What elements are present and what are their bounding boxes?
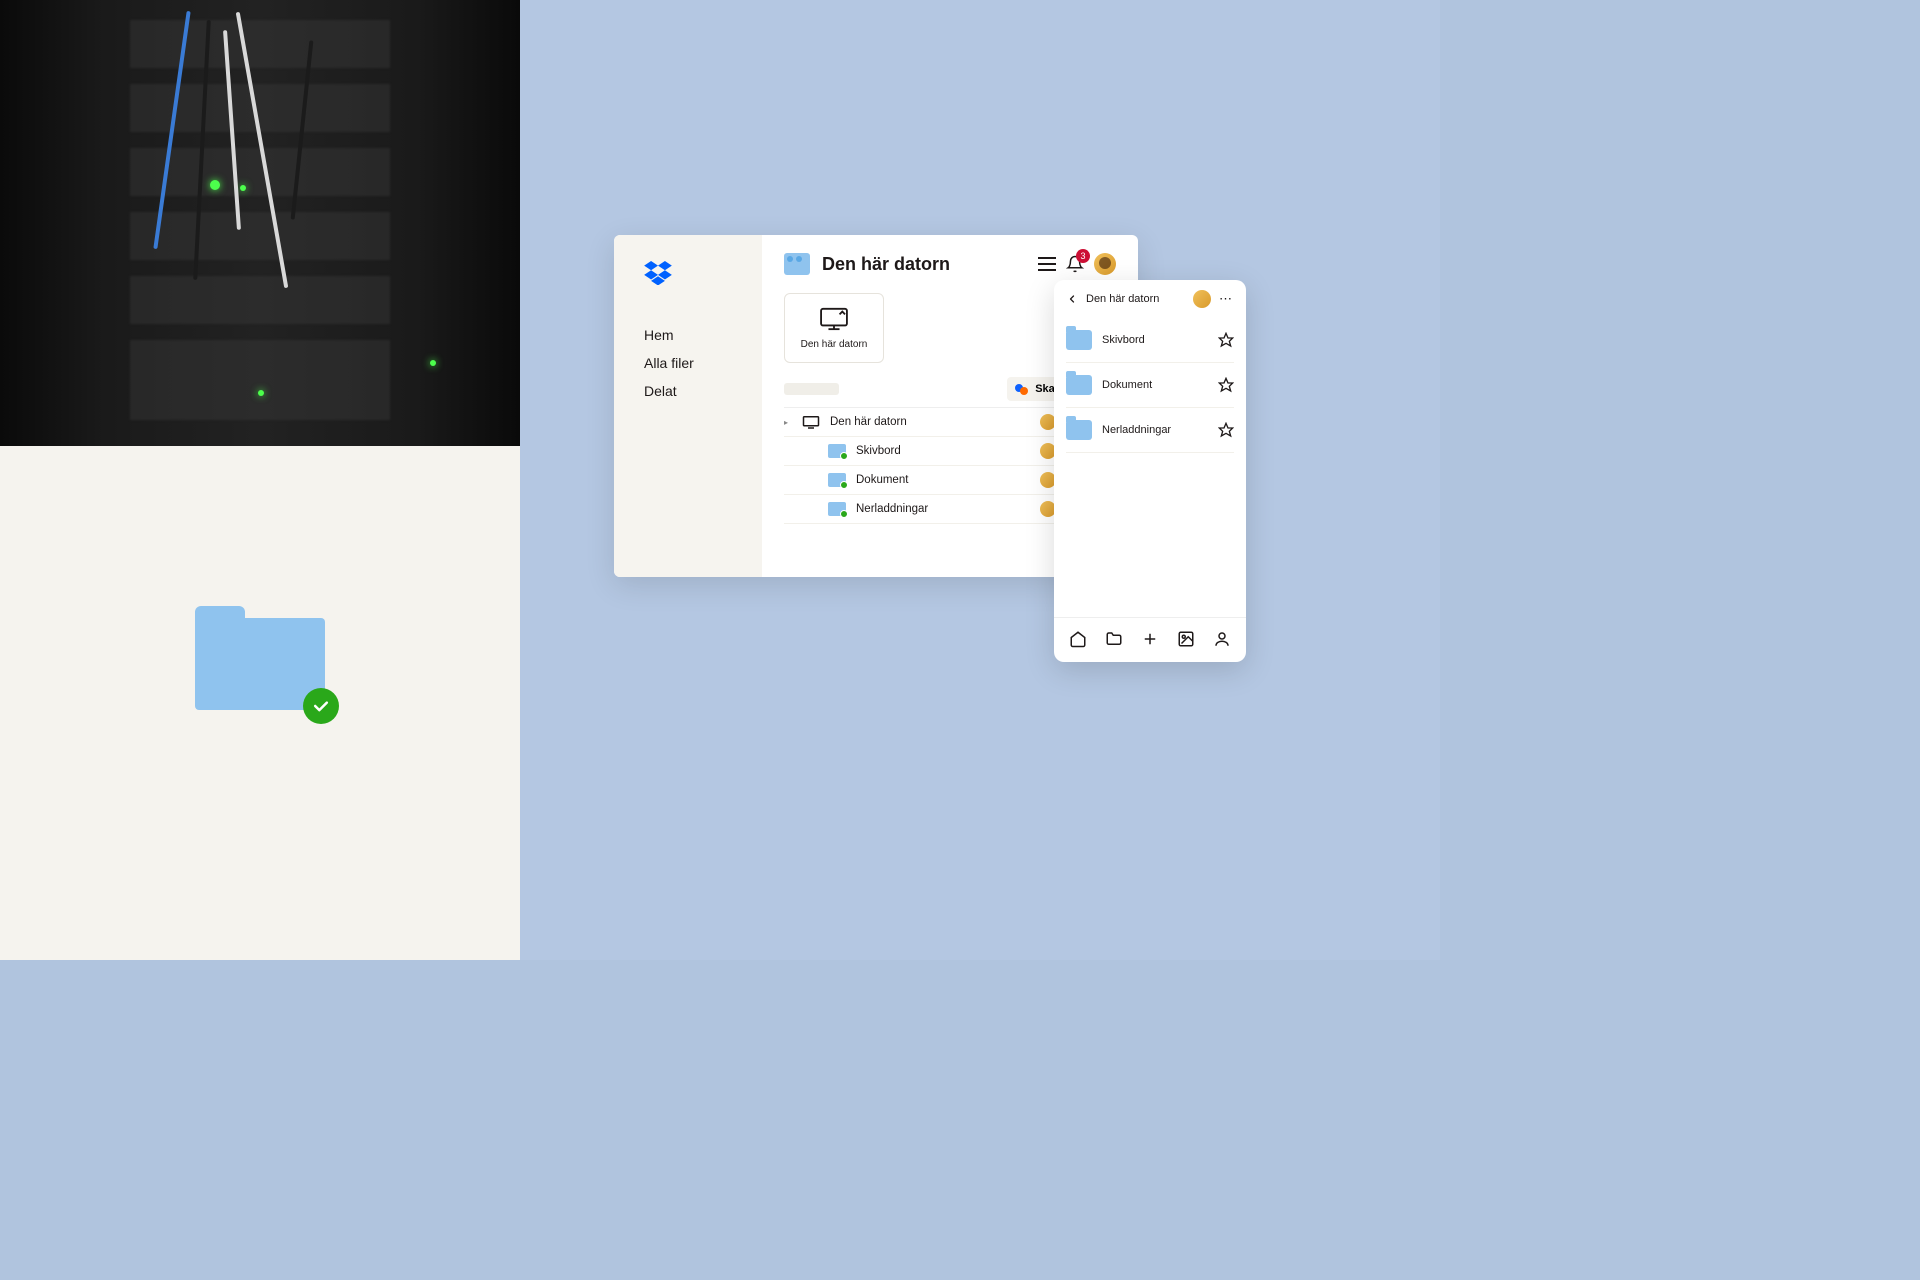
desktop-sidebar: Hem Alla filer Delat: [614, 235, 762, 577]
user-avatar[interactable]: [1094, 253, 1116, 275]
folder-icon: [828, 444, 846, 458]
file-name: Den här datorn: [830, 416, 1030, 428]
back-button[interactable]: [1066, 293, 1078, 305]
mobile-folder-item[interactable]: Nerladdningar: [1066, 408, 1234, 453]
sidebar-item-all-files[interactable]: Alla filer: [644, 355, 762, 371]
computer-card-label: Den här datorn: [801, 339, 868, 350]
computer-icon: [802, 415, 820, 429]
notification-badge: 3: [1076, 249, 1090, 263]
mobile-folder-item[interactable]: Skivbord: [1066, 318, 1234, 363]
folder-name: Skivbord: [1102, 334, 1208, 346]
tab-files[interactable]: [1103, 628, 1125, 650]
sidebar-item-home[interactable]: Hem: [644, 327, 762, 343]
mobile-folder-item[interactable]: Dokument: [1066, 363, 1234, 408]
computer-folder-icon: [784, 253, 810, 275]
folder-icon: [1066, 420, 1092, 440]
sync-check-icon: [303, 688, 339, 724]
star-button[interactable]: [1218, 377, 1234, 393]
computer-card[interactable]: Den här datorn: [784, 293, 884, 363]
tab-photos[interactable]: [1175, 628, 1197, 650]
folder-icon: [828, 502, 846, 516]
page-title: Den här datorn: [822, 254, 1026, 275]
sidebar-item-shared[interactable]: Delat: [644, 383, 762, 399]
menu-icon[interactable]: [1038, 257, 1056, 271]
toolbar-placeholder: [784, 383, 839, 395]
tab-account[interactable]: [1211, 628, 1233, 650]
notifications-button[interactable]: 3: [1066, 255, 1084, 273]
folder-name: Dokument: [1102, 379, 1208, 391]
file-name: Dokument: [856, 474, 1030, 486]
folder-icon: [1066, 375, 1092, 395]
file-name: Nerladdningar: [856, 503, 1030, 515]
file-name: Skivbord: [856, 445, 1030, 457]
star-button[interactable]: [1218, 422, 1234, 438]
folder-icon: [1066, 330, 1092, 350]
tab-home[interactable]: [1067, 628, 1089, 650]
folder-name: Nerladdningar: [1102, 424, 1208, 436]
folder-icon: [195, 606, 325, 710]
tab-create[interactable]: [1139, 628, 1161, 650]
mobile-app-window: Den här datorn ⋯ Skivbord Dokument Nerla…: [1054, 280, 1246, 662]
synced-folder-graphic: [0, 446, 520, 960]
expand-caret-icon[interactable]: ▸: [784, 418, 792, 426]
star-button[interactable]: [1218, 332, 1234, 348]
more-options-button[interactable]: ⋯: [1219, 291, 1234, 307]
server-rack-photo: [0, 0, 520, 446]
folder-icon: [828, 473, 846, 487]
create-brand-icon: [1015, 382, 1029, 396]
user-avatar[interactable]: [1193, 290, 1211, 308]
mobile-title: Den här datorn: [1086, 293, 1185, 305]
monitor-upload-icon: [819, 307, 849, 331]
dropbox-logo-icon[interactable]: [644, 261, 762, 285]
